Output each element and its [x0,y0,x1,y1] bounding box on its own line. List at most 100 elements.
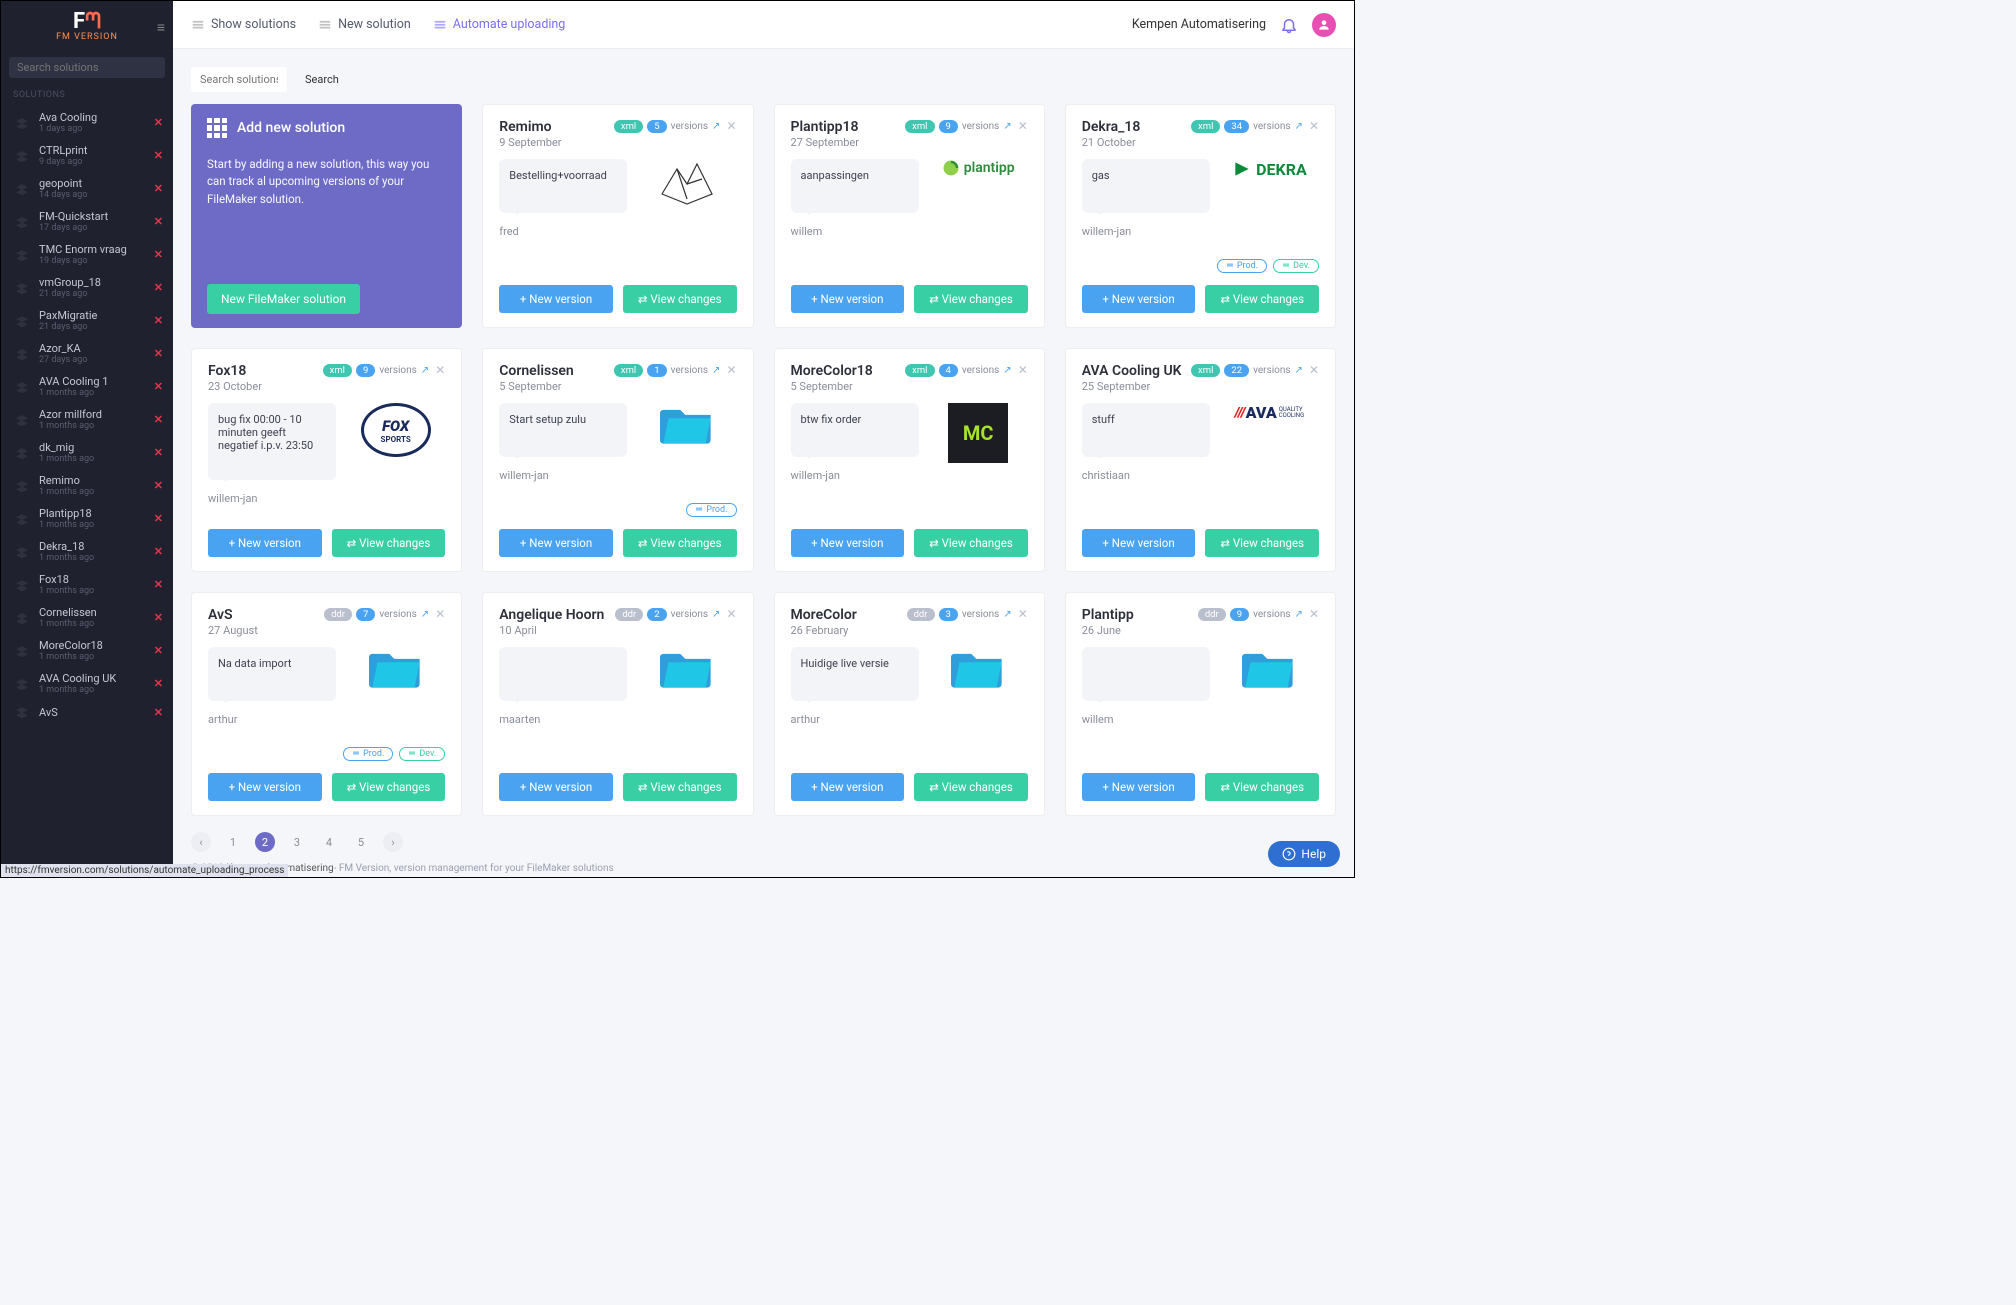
delete-icon[interactable]: ✕ [154,314,163,327]
versions-link[interactable]: versions [1253,609,1290,620]
delete-icon[interactable]: ✕ [154,149,163,162]
delete-icon[interactable]: ✕ [154,611,163,624]
sidebar-item[interactable]: CTRLprint 9 days ago ✕ [1,139,173,172]
delete-icon[interactable]: ✕ [154,446,163,459]
close-icon[interactable]: ✕ [1018,363,1028,377]
external-link-icon[interactable]: ↗ [1003,121,1011,132]
view-changes-button[interactable]: ⇄ View changes [623,529,737,557]
new-version-button[interactable]: + New version [499,285,613,313]
sidebar-item[interactable]: Dekra_18 1 months ago ✕ [1,535,173,568]
close-icon[interactable]: ✕ [1309,363,1319,377]
close-icon[interactable]: ✕ [435,363,445,377]
pager-page[interactable]: 5 [351,832,371,852]
new-version-button[interactable]: + New version [499,529,613,557]
search-input[interactable] [191,67,287,92]
pager-next[interactable]: › [383,832,403,852]
delete-icon[interactable]: ✕ [154,512,163,525]
new-version-button[interactable]: + New version [208,529,322,557]
sidebar-item[interactable]: Ava Cooling 1 days ago ✕ [1,106,173,139]
sidebar-item[interactable]: FM-Quickstart 17 days ago ✕ [1,205,173,238]
external-link-icon[interactable]: ↗ [1003,609,1011,620]
close-icon[interactable]: ✕ [726,363,736,377]
external-link-icon[interactable]: ↗ [1003,365,1011,376]
nav-new-solution[interactable]: New solution [318,17,411,32]
view-changes-button[interactable]: ⇄ View changes [914,773,1028,801]
close-icon[interactable]: ✕ [1309,119,1319,133]
versions-link[interactable]: versions [1253,121,1290,132]
help-button[interactable]: Help [1268,841,1340,867]
sidebar-item[interactable]: AvS ✕ [1,700,173,724]
view-changes-button[interactable]: ⇄ View changes [332,773,446,801]
versions-link[interactable]: versions [962,365,999,376]
sidebar-item[interactable]: MoreColor18 1 months ago ✕ [1,634,173,667]
sidebar-item[interactable]: geopoint 14 days ago ✕ [1,172,173,205]
org-name[interactable]: Kempen Automatisering [1132,17,1266,32]
new-version-button[interactable]: + New version [791,529,905,557]
new-version-button[interactable]: + New version [791,773,905,801]
delete-icon[interactable]: ✕ [154,677,163,690]
delete-icon[interactable]: ✕ [154,706,163,719]
pager-prev[interactable]: ‹ [191,832,211,852]
sidebar-item[interactable]: AVA Cooling 1 1 months ago ✕ [1,370,173,403]
view-changes-button[interactable]: ⇄ View changes [914,529,1028,557]
sidebar-item[interactable]: Azor millford 1 months ago ✕ [1,403,173,436]
brand-logo[interactable]: Fᘉ FM VERSION [1,1,173,46]
versions-link[interactable]: versions [962,609,999,620]
delete-icon[interactable]: ✕ [154,380,163,393]
external-link-icon[interactable]: ↗ [421,365,429,376]
sidebar-search-input[interactable] [9,57,165,78]
delete-icon[interactable]: ✕ [154,215,163,228]
close-icon[interactable]: ✕ [1018,607,1028,621]
new-filemaker-solution-button[interactable]: New FileMaker solution [207,284,360,314]
pager-page[interactable]: 4 [319,832,339,852]
sidebar-item[interactable]: vmGroup_18 21 days ago ✕ [1,271,173,304]
view-changes-button[interactable]: ⇄ View changes [1205,285,1319,313]
versions-link[interactable]: versions [671,365,708,376]
versions-link[interactable]: versions [671,121,708,132]
sidebar-item[interactable]: Remimo 1 months ago ✕ [1,469,173,502]
nav-automate-uploading[interactable]: Automate uploading [433,17,566,32]
versions-link[interactable]: versions [671,609,708,620]
view-changes-button[interactable]: ⇄ View changes [914,285,1028,313]
delete-icon[interactable]: ✕ [154,578,163,591]
sidebar-item[interactable]: Cornelissen 1 months ago ✕ [1,601,173,634]
versions-link[interactable]: versions [1253,365,1290,376]
sidebar-toggle-icon[interactable]: ≡ [157,19,165,36]
external-link-icon[interactable]: ↗ [1295,609,1303,620]
close-icon[interactable]: ✕ [435,607,445,621]
bell-icon[interactable] [1280,16,1298,34]
delete-icon[interactable]: ✕ [154,116,163,129]
delete-icon[interactable]: ✕ [154,182,163,195]
view-changes-button[interactable]: ⇄ View changes [1205,529,1319,557]
external-link-icon[interactable]: ↗ [712,609,720,620]
sidebar-item[interactable]: TMC Enorm vraag 19 days ago ✕ [1,238,173,271]
new-version-button[interactable]: + New version [1082,773,1196,801]
close-icon[interactable]: ✕ [1309,607,1319,621]
external-link-icon[interactable]: ↗ [1295,365,1303,376]
external-link-icon[interactable]: ↗ [421,609,429,620]
delete-icon[interactable]: ✕ [154,644,163,657]
new-version-button[interactable]: + New version [1082,285,1196,313]
close-icon[interactable]: ✕ [726,607,736,621]
delete-icon[interactable]: ✕ [154,545,163,558]
close-icon[interactable]: ✕ [726,119,736,133]
new-version-button[interactable]: + New version [791,285,905,313]
sidebar-item[interactable]: PaxMigratie 21 days ago ✕ [1,304,173,337]
nav-show-solutions[interactable]: Show solutions [191,17,296,32]
view-changes-button[interactable]: ⇄ View changes [1205,773,1319,801]
new-version-button[interactable]: + New version [499,773,613,801]
delete-icon[interactable]: ✕ [154,479,163,492]
versions-link[interactable]: versions [962,121,999,132]
sidebar-item[interactable]: AVA Cooling UK 1 months ago ✕ [1,667,173,700]
sidebar-item[interactable]: dk_mig 1 months ago ✕ [1,436,173,469]
external-link-icon[interactable]: ↗ [712,121,720,132]
delete-icon[interactable]: ✕ [154,281,163,294]
sidebar-item[interactable]: Plantipp18 1 months ago ✕ [1,502,173,535]
view-changes-button[interactable]: ⇄ View changes [623,773,737,801]
close-icon[interactable]: ✕ [1018,119,1028,133]
external-link-icon[interactable]: ↗ [712,365,720,376]
view-changes-button[interactable]: ⇄ View changes [332,529,446,557]
avatar[interactable] [1312,13,1336,37]
pager-page[interactable]: 3 [287,832,307,852]
view-changes-button[interactable]: ⇄ View changes [623,285,737,313]
